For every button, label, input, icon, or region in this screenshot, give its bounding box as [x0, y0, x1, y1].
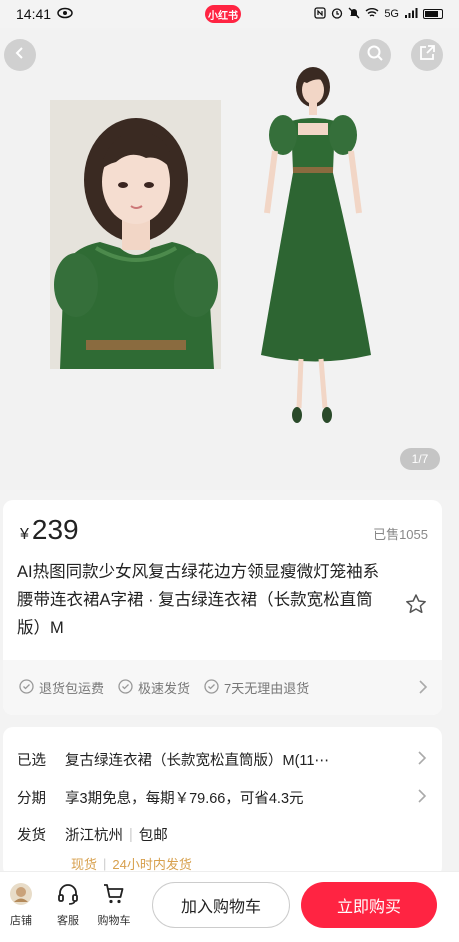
shipping-label: 发货 [17, 828, 46, 844]
shop-button[interactable]: 店铺 [1, 882, 41, 928]
bottom-action-bar: 店铺 客服 购物车 加入购物车 立即购买 [0, 871, 459, 942]
product-info-card: ¥ 239 已售1055 AI热图同款少女风复古绿花边方领显瘦微灯笼袖系腰带连衣… [3, 500, 442, 715]
star-icon [405, 594, 427, 619]
chevron-right-icon [418, 680, 428, 697]
price-currency: ¥ [20, 526, 29, 543]
guarantee-label: 退货包运费 [39, 681, 105, 696]
status-time: 14:41 [16, 6, 52, 22]
shipping-free: 包邮 [138, 828, 168, 844]
app-badge: 小红书 [205, 5, 241, 23]
network-label: 5G [384, 8, 399, 20]
check-circle-icon [19, 678, 34, 697]
guarantee-bar[interactable]: 退货包运费 极速发货 7天无理由退货 [3, 660, 442, 715]
product-sketch [255, 63, 385, 433]
shop-label: 店铺 [10, 915, 32, 927]
product-photo [50, 100, 221, 369]
service-button[interactable]: 客服 [48, 882, 88, 928]
guarantee-label: 极速发货 [138, 681, 191, 696]
alarm-icon [331, 7, 343, 22]
product-gallery[interactable]: 1/7 [0, 28, 459, 490]
shipping-row: 发货 浙江杭州 | 包邮 [17, 824, 427, 845]
favorite-button[interactable] [405, 593, 427, 620]
guarantee-item: 7天无理由退货 [204, 678, 309, 697]
eye-icon [57, 6, 73, 22]
shop-avatar-icon [9, 882, 33, 909]
chevron-right-icon [417, 750, 427, 769]
selected-label: 已选 [17, 753, 46, 769]
installment-row[interactable]: 分期 享3期免息，每期￥79.66，可省4.3元 [17, 787, 427, 808]
price-value: 239 [31, 514, 79, 545]
add-to-cart-button[interactable]: 加入购物车 [152, 882, 290, 928]
selected-row[interactable]: 已选 复古绿连衣裙（长款宽松直筒版）M(11⋯ [17, 749, 427, 770]
sold-count: 已售1055 [373, 527, 428, 542]
check-circle-icon [118, 678, 133, 697]
divider: | [103, 856, 107, 871]
guarantee-label: 7天无理由退货 [224, 681, 310, 696]
wifi-icon [365, 7, 379, 22]
guarantee-item: 退货包运费 [19, 678, 104, 697]
guarantee-item: 极速发货 [118, 678, 190, 697]
installment-value: 享3期免息，每期￥79.66，可省4.3元 [65, 791, 304, 807]
image-counter: 1/7 [400, 448, 440, 470]
product-title: AI热图同款少女风复古绿花边方领显瘦微灯笼袖系腰带连衣裙A字裙 · 复古绿连衣裙… [17, 563, 380, 637]
selected-value: 复古绿连衣裙（长款宽松直筒版）M(11⋯ [65, 753, 329, 769]
cart-icon [102, 882, 126, 909]
nfc-icon [314, 6, 326, 22]
details-card: 已选 复古绿连衣裙（长款宽松直筒版）M(11⋯ 分期 享3期免息，每期￥79.6… [3, 727, 442, 877]
back-button[interactable] [4, 39, 36, 71]
buy-now-button[interactable]: 立即购买 [301, 882, 437, 928]
divider: | [129, 826, 133, 843]
shipping-from: 浙江杭州 [65, 828, 123, 844]
cart-button[interactable]: 购物车 [94, 882, 134, 928]
price: ¥ 239 [20, 514, 79, 546]
signal-icon [404, 7, 418, 22]
cart-label: 购物车 [97, 915, 131, 927]
headset-icon [56, 882, 80, 909]
battery-icon [423, 9, 443, 19]
mute-icon [348, 7, 360, 22]
service-label: 客服 [57, 915, 79, 927]
installment-label: 分期 [17, 791, 46, 807]
check-circle-icon [204, 678, 219, 697]
share-button[interactable] [411, 39, 443, 71]
share-icon [418, 44, 436, 67]
chevron-left-icon [13, 46, 27, 65]
chevron-right-icon [417, 788, 427, 807]
